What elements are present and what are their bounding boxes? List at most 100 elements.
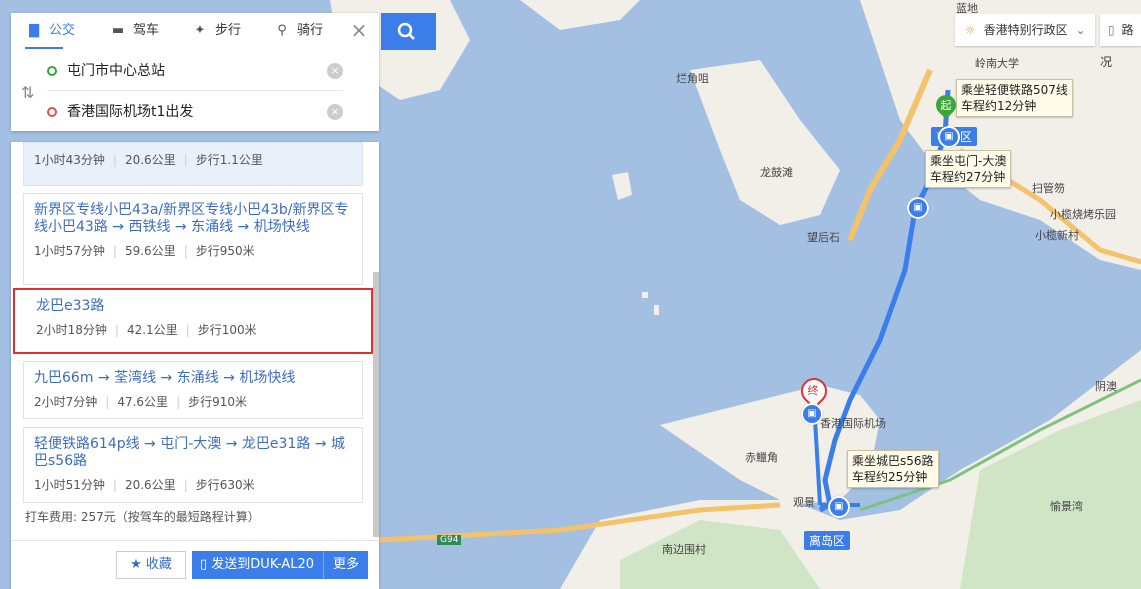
route-distance: 59.6公里 [124, 244, 176, 258]
map-label-xiaolan: 小榄烧烤乐园 [1050, 208, 1116, 221]
destination-field[interactable]: 香港国际机场t1出发 × [47, 93, 343, 131]
phone-icon: ▯ [200, 557, 208, 572]
origin-field[interactable]: 屯门市中心总站 × [47, 52, 343, 91]
map-label-chilajiao: 赤鱲角 [745, 451, 778, 464]
chevron-down-icon: ⌄ [1075, 23, 1086, 37]
traffic-toggle[interactable]: ▯ 路况 [1100, 14, 1141, 69]
favorite-button[interactable]: ★ 收藏 [116, 551, 186, 579]
route-results-list: 1小时43分钟 | 20.6公里 | 步行1.1公里 新界区专线小巴43a/新界区专线小… [11, 142, 379, 589]
route-name[interactable]: 轻便铁路614p线 → 屯门-大澳 → 龙巴e31路 → 城巴s56路 [24, 428, 362, 470]
route-distance: 47.6公里 [117, 395, 169, 409]
callout-citybus-line1: 乘坐城巴s56路 [852, 454, 934, 468]
route-time: 2小时18分钟 [36, 323, 107, 337]
tab-drive[interactable]: ▬ 驾车 [109, 13, 159, 49]
route-distance: 20.6公里 [124, 478, 176, 492]
map-label-longgutan: 龙鼓滩 [760, 166, 793, 179]
active-tab-underline [25, 47, 63, 49]
route-option-3-selected[interactable]: 龙巴e33路 2小时18分钟 | 42.1公里 | 步行100米 [13, 288, 373, 354]
map-label-guanjing: 观景 [793, 496, 815, 509]
route-name[interactable]: 新界区专线小巴43a/新界区专线小巴43b/新界区专线小巴43路 → 西铁线 →… [24, 194, 362, 236]
route-walk: 步行100米 [197, 323, 257, 337]
map-label-saoguanhu: 扫管笏 [1032, 182, 1065, 195]
bus-stop-icon[interactable]: ▣ [801, 403, 823, 425]
star-icon: ★ [130, 557, 142, 572]
scrollbar[interactable] [373, 272, 379, 537]
callout-citybus-line2: 车程约25分钟 [852, 470, 928, 484]
bike-icon: ⚲ [277, 23, 287, 38]
callout-citybus: 乘坐城巴s56路 车程约25分钟 [847, 450, 939, 488]
callout-light-rail-line1: 乘坐轻便铁路507线 [961, 83, 1068, 97]
clear-destination-icon[interactable]: × [327, 104, 343, 120]
map-label-yujingwan: 愉景湾 [1050, 500, 1083, 513]
callout-ferry-line2: 车程约27分钟 [930, 170, 1006, 184]
bus-stop-icon[interactable]: ▣ [938, 126, 960, 148]
callout-ferry-line1: 乘坐屯门-大澳 [930, 154, 1007, 168]
map-label-lingnan: 岭南大学 [975, 57, 1019, 70]
map-label-nanbiancun: 南边围村 [662, 543, 706, 556]
route-meta: 2小时7分钟 | 47.6公里 | 步行910米 [34, 395, 248, 409]
map-label-yinao: 阴澳 [1095, 380, 1117, 393]
tab-walk[interactable]: ✦ 步行 [191, 13, 241, 49]
route-name[interactable]: 龙巴e33路 [15, 290, 371, 315]
route-option-4[interactable]: 九巴66m → 荃湾线 → 东涌线 → 机场快线 2小时7分钟 | 47.6公里 | 步… [23, 361, 363, 419]
clear-origin-icon[interactable]: × [327, 63, 343, 79]
district-ludao: 离岛区 [804, 531, 851, 550]
route-time: 1小时43分钟 [34, 153, 105, 167]
map-label-wanghoushi: 望后石 [807, 231, 840, 244]
callout-light-rail: 乘坐轻便铁路507线 车程约12分钟 [956, 79, 1073, 117]
route-option-2[interactable]: 新界区专线小巴43a/新界区专线小巴43b/新界区专线小巴43路 → 西铁线 →… [23, 193, 363, 285]
route-distance: 20.6公里 [124, 153, 176, 167]
route-meta: 1小时43分钟 | 20.6公里 | 步行1.1公里 [34, 153, 263, 167]
map-label-airport: 香港国际机场 [820, 417, 886, 430]
more-button[interactable]: 更多 [323, 551, 368, 579]
tab-walk-label: 步行 [215, 23, 242, 38]
tab-drive-label: 驾车 [133, 23, 160, 38]
bottom-action-bar: ★ 收藏 ▯ 发送到DUK-AL20 更多 [11, 540, 379, 589]
destination-dot-icon [47, 107, 57, 117]
region-selector[interactable]: ☼ 香港特别行政区 ⌄ [955, 14, 1095, 46]
route-time: 2小时7分钟 [34, 395, 98, 409]
car-icon: ▬ [111, 23, 125, 38]
end-marker-label: 终 [807, 384, 819, 397]
traffic-light-icon: ▯ [1108, 23, 1115, 37]
route-meta: 1小时57分钟 | 59.6公里 | 步行950米 [34, 244, 255, 258]
swap-icon[interactable]: ⇅ [21, 83, 34, 102]
tab-bus-label: 公交 [49, 23, 76, 38]
tab-bus[interactable]: ▇ 公交 [25, 13, 75, 49]
region-label: 香港特别行政区 [983, 23, 1068, 37]
route-walk: 步行950米 [195, 244, 255, 258]
route-meta: 2小时18分钟 | 42.1公里 | 步行100米 [36, 323, 257, 337]
close-icon[interactable]: × [348, 20, 370, 42]
transport-mode-tabs: ▇ 公交 ▬ 驾车 ✦ 步行 ⚲ 骑行 [11, 13, 341, 49]
send-label: 发送到DUK-AL20 [211, 557, 315, 572]
weather-sun-icon: ☼ [965, 23, 976, 37]
callout-ferry: 乘坐屯门-大澳 车程约27分钟 [925, 150, 1012, 188]
bus-stop-icon[interactable]: ▣ [828, 496, 850, 518]
tab-bike[interactable]: ⚲ 骑行 [273, 13, 323, 49]
search-card: ▇ 公交 ▬ 驾车 ✦ 步行 ⚲ 骑行 × ⇅ 屯门市中心总站 × 香港国际机场t1出发… [11, 13, 379, 131]
ferry-stop-icon[interactable]: ▣ [907, 197, 929, 219]
route-walk: 步行1.1公里 [195, 153, 263, 167]
taxi-fare: 打车费用: 257元（按驾车的最短路程计算） [25, 510, 260, 524]
bus-icon: ▇ [29, 23, 39, 38]
route-time: 1小时51分钟 [34, 478, 105, 492]
origin-text: 屯门市中心总站 [67, 63, 165, 79]
start-marker-label: 起 [940, 99, 952, 112]
route-meta: 1小时51分钟 | 20.6公里 | 步行630米 [34, 478, 255, 492]
route-walk: 步行910米 [188, 395, 248, 409]
route-distance: 42.1公里 [126, 323, 178, 337]
destination-text: 香港国际机场t1出发 [67, 104, 194, 120]
route-time: 1小时57分钟 [34, 244, 105, 258]
map-label-g94: G94 [437, 535, 462, 545]
send-to-phone-button[interactable]: ▯ 发送到DUK-AL20 更多 [192, 551, 368, 579]
route-walk: 步行630米 [195, 478, 255, 492]
origin-dot-icon [47, 66, 57, 76]
route-option-5[interactable]: 轻便铁路614p线 → 屯门-大澳 → 龙巴e31路 → 城巴s56路 1小时5… [23, 427, 363, 503]
tab-bike-label: 骑行 [297, 23, 324, 38]
route-name[interactable]: 九巴66m → 荃湾线 → 东涌线 → 机场快线 [24, 362, 362, 387]
route-option-1[interactable]: 1小时43分钟 | 20.6公里 | 步行1.1公里 [23, 142, 363, 186]
walk-icon: ✦ [194, 23, 206, 38]
search-button-bg[interactable] [381, 13, 436, 50]
map-label-lanjiaozui: 烂角咀 [676, 72, 709, 85]
callout-light-rail-line2: 车程约12分钟 [961, 99, 1037, 113]
